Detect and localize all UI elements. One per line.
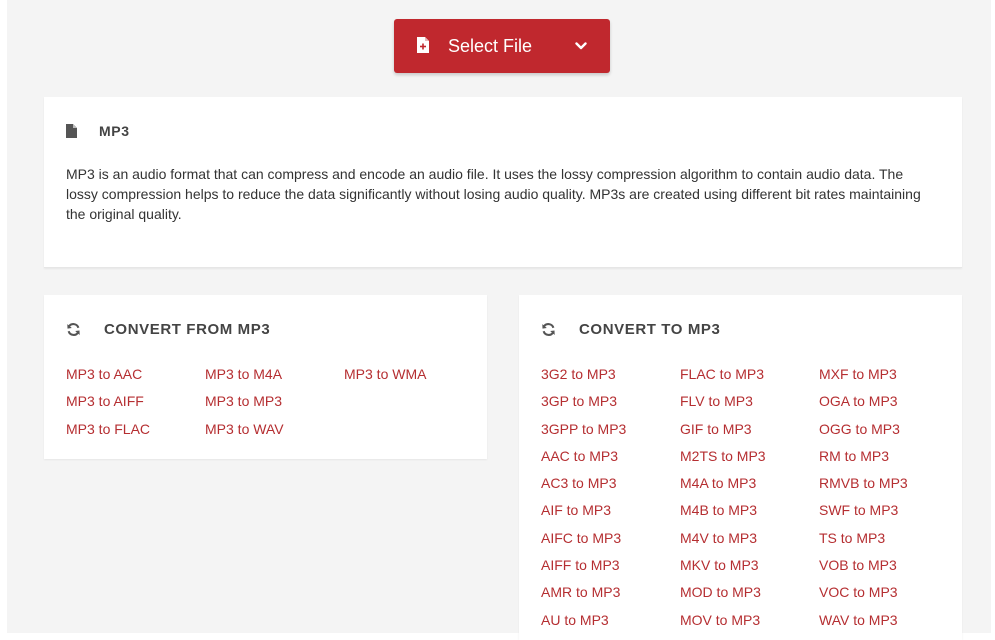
convert-link[interactable]: MP3 to WMA: [344, 364, 483, 391]
convert-link[interactable]: M4V to MP3: [680, 528, 819, 555]
select-file-label: Select File: [448, 36, 533, 56]
convert-link[interactable]: AMR to MP3: [541, 582, 680, 609]
convert-link[interactable]: 3G2 to MP3: [541, 364, 680, 391]
convert-link[interactable]: AC3 to MP3: [541, 473, 680, 500]
convert-link[interactable]: SWF to MP3: [819, 500, 958, 527]
convert-link[interactable]: MP3 to AIFF: [66, 391, 205, 418]
refresh-icon: [542, 322, 555, 336]
format-info-header: MP3: [66, 121, 130, 141]
convert-link[interactable]: FLAC to MP3: [680, 364, 819, 391]
convert-from-links: MP3 to AAC MP3 to AIFF MP3 to FLAC MP3 t…: [66, 364, 483, 446]
convert-link[interactable]: M2TS to MP3: [680, 446, 819, 473]
convert-link[interactable]: 3GP to MP3: [541, 391, 680, 418]
convert-to-card: CONVERT TO MP3 3G2 to MP3 3GP to MP3 3GP…: [519, 295, 962, 640]
convert-to-header: CONVERT TO MP3: [541, 319, 720, 339]
convert-link[interactable]: AIFF to MP3: [541, 555, 680, 582]
convert-link[interactable]: OGG to MP3: [819, 419, 958, 446]
convert-from-header: CONVERT FROM MP3: [66, 319, 270, 339]
convert-link[interactable]: AIFC to MP3: [541, 528, 680, 555]
select-file-button[interactable]: Select File: [394, 19, 610, 73]
refresh-icon: [67, 322, 80, 336]
convert-to-title: CONVERT TO MP3: [579, 320, 721, 338]
format-description: MP3 is an audio format that can compress…: [66, 166, 921, 222]
convert-link[interactable]: AIF to MP3: [541, 500, 680, 527]
convert-link[interactable]: RMVB to MP3: [819, 473, 958, 500]
convert-link[interactable]: GIF to MP3: [680, 419, 819, 446]
convert-link[interactable]: 3GPP to MP3: [541, 419, 680, 446]
convert-link[interactable]: MP3 to M4A: [205, 364, 344, 391]
convert-link[interactable]: FLV to MP3: [680, 391, 819, 418]
convert-from-title: CONVERT FROM MP3: [104, 320, 271, 338]
convert-link[interactable]: RM to MP3: [819, 446, 958, 473]
format-name: MP3: [99, 123, 130, 139]
convert-link[interactable]: MP3 to AAC: [66, 364, 205, 391]
convert-link[interactable]: MKV to MP3: [680, 555, 819, 582]
convert-link[interactable]: TS to MP3: [819, 528, 958, 555]
convert-link[interactable]: VOC to MP3: [819, 582, 958, 609]
convert-link[interactable]: MXF to MP3: [819, 364, 958, 391]
chevron-down-icon[interactable]: [575, 41, 587, 51]
convert-link[interactable]: M4A to MP3: [680, 473, 819, 500]
convert-link[interactable]: M4B to MP3: [680, 500, 819, 527]
convert-from-card: CONVERT FROM MP3 MP3 to AAC MP3 to AIFF …: [44, 295, 487, 459]
convert-to-links: 3G2 to MP3 3GP to MP3 3GPP to MP3 AAC to…: [541, 364, 958, 637]
format-info-card: MP3 MP3 is an audio format that can comp…: [44, 97, 962, 268]
convert-link[interactable]: MP3 to WAV: [205, 419, 344, 446]
convert-link[interactable]: MP3 to MP3: [205, 391, 344, 418]
file-plus-icon: [417, 37, 429, 53]
convert-link[interactable]: VOB to MP3: [819, 555, 958, 582]
convert-link[interactable]: MOD to MP3: [680, 582, 819, 609]
convert-link[interactable]: MP3 to FLAC: [66, 419, 205, 446]
convert-link[interactable]: OGA to MP3: [819, 391, 958, 418]
document-icon: [66, 124, 77, 138]
convert-link[interactable]: AAC to MP3: [541, 446, 680, 473]
